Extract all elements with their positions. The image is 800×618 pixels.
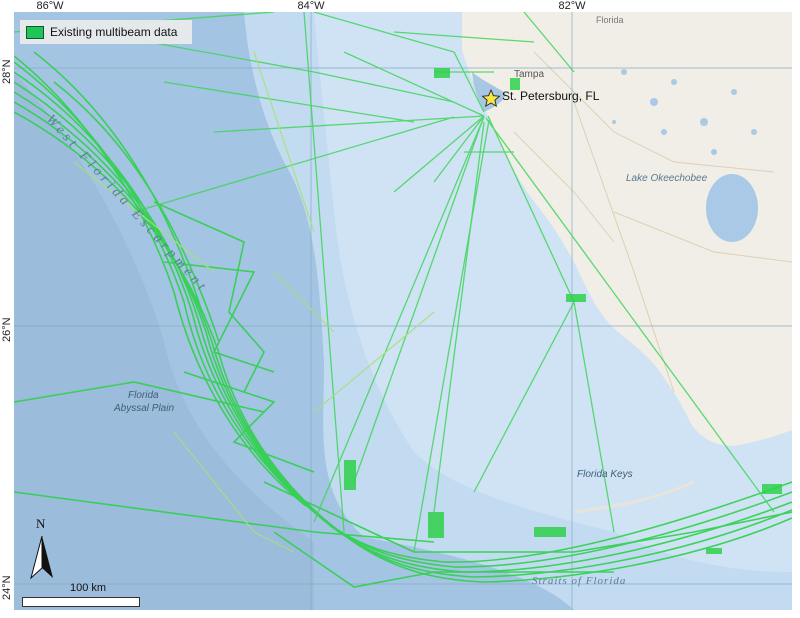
map-frame: St. Petersburg, FL Tampa Florida West Fl…: [0, 0, 800, 618]
lon-tick-82w: 82°W: [558, 0, 586, 12]
st-petersburg-label: St. Petersburg, FL: [502, 89, 600, 103]
florida-abyssal-plain-label-2: Abyssal Plain: [114, 403, 175, 414]
scale-bar: [22, 597, 140, 607]
lat-tick-24n: 24°N: [1, 575, 13, 600]
lake-okeechobee-water: [706, 174, 758, 242]
map-svg: [14, 12, 792, 610]
florida-label: Florida: [596, 15, 624, 25]
lake-okeechobee-label: Lake Okeechobee: [626, 173, 708, 184]
map-canvas[interactable]: St. Petersburg, FL Tampa Florida West Fl…: [14, 12, 792, 610]
lat-tick-28n: 28°N: [1, 59, 13, 84]
scale-bar-label: 100 km: [70, 582, 107, 594]
lon-tick-86w: 86°W: [36, 0, 64, 12]
lon-tick-84w: 84°W: [297, 0, 325, 12]
florida-keys-label: Florida Keys: [577, 469, 633, 480]
lat-tick-26n: 26°N: [1, 317, 13, 342]
florida-abyssal-plain-label-1: Florida: [128, 390, 159, 401]
north-arrow-icon: [30, 535, 53, 580]
legend-swatch: [26, 25, 44, 39]
tampa-label: Tampa: [514, 69, 545, 80]
legend-label: Existing multibeam data: [50, 25, 178, 39]
straits-of-florida-label: Straits of Florida: [532, 575, 627, 587]
map-legend: Existing multibeam data: [20, 20, 192, 44]
